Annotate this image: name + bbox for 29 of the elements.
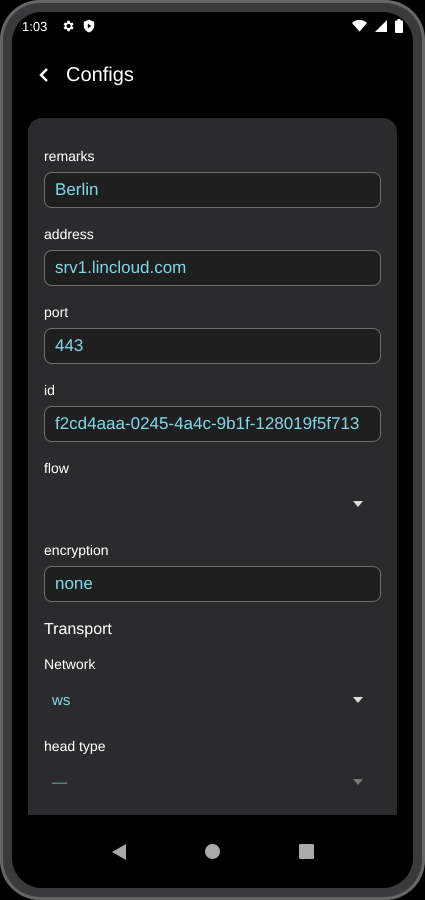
dropdown-arrow-icon: [353, 501, 363, 507]
dropdown[interactable]: ws: [44, 680, 381, 720]
shield-icon: [83, 19, 96, 33]
input-field[interactable]: f2cd4aaa-0245-4a4c-9b1f-128019f5f713: [44, 406, 381, 442]
back-icon[interactable]: [38, 67, 50, 83]
page-title: Configs: [66, 64, 134, 86]
signal-icon: [375, 20, 387, 32]
dropdown-arrow-icon: [353, 697, 363, 703]
input-field[interactable]: none: [44, 566, 381, 602]
field-label: id: [44, 381, 56, 400]
field-label: remarks: [44, 147, 96, 166]
recents-icon[interactable]: [298, 844, 314, 859]
input-field[interactable]: srv1.lincloud.com: [44, 250, 381, 286]
field-label: address: [44, 225, 95, 244]
field-label: head type: [44, 737, 106, 756]
field-label: encryption: [44, 541, 110, 560]
field-label: port: [44, 303, 70, 322]
dropdown-arrow-icon: [353, 779, 363, 785]
section-title: Transport: [44, 620, 113, 640]
wifi-icon: [352, 20, 367, 32]
status-time: 1:03: [22, 18, 48, 34]
back-nav-icon[interactable]: [112, 844, 126, 860]
field-label: flow: [44, 459, 70, 478]
gear-icon: [61, 19, 76, 33]
field-label: Network: [44, 655, 96, 674]
input-field[interactable]: Berlin: [44, 172, 381, 208]
input-field[interactable]: 443: [44, 328, 381, 364]
home-icon[interactable]: [204, 844, 220, 859]
battery-icon: [395, 19, 403, 33]
